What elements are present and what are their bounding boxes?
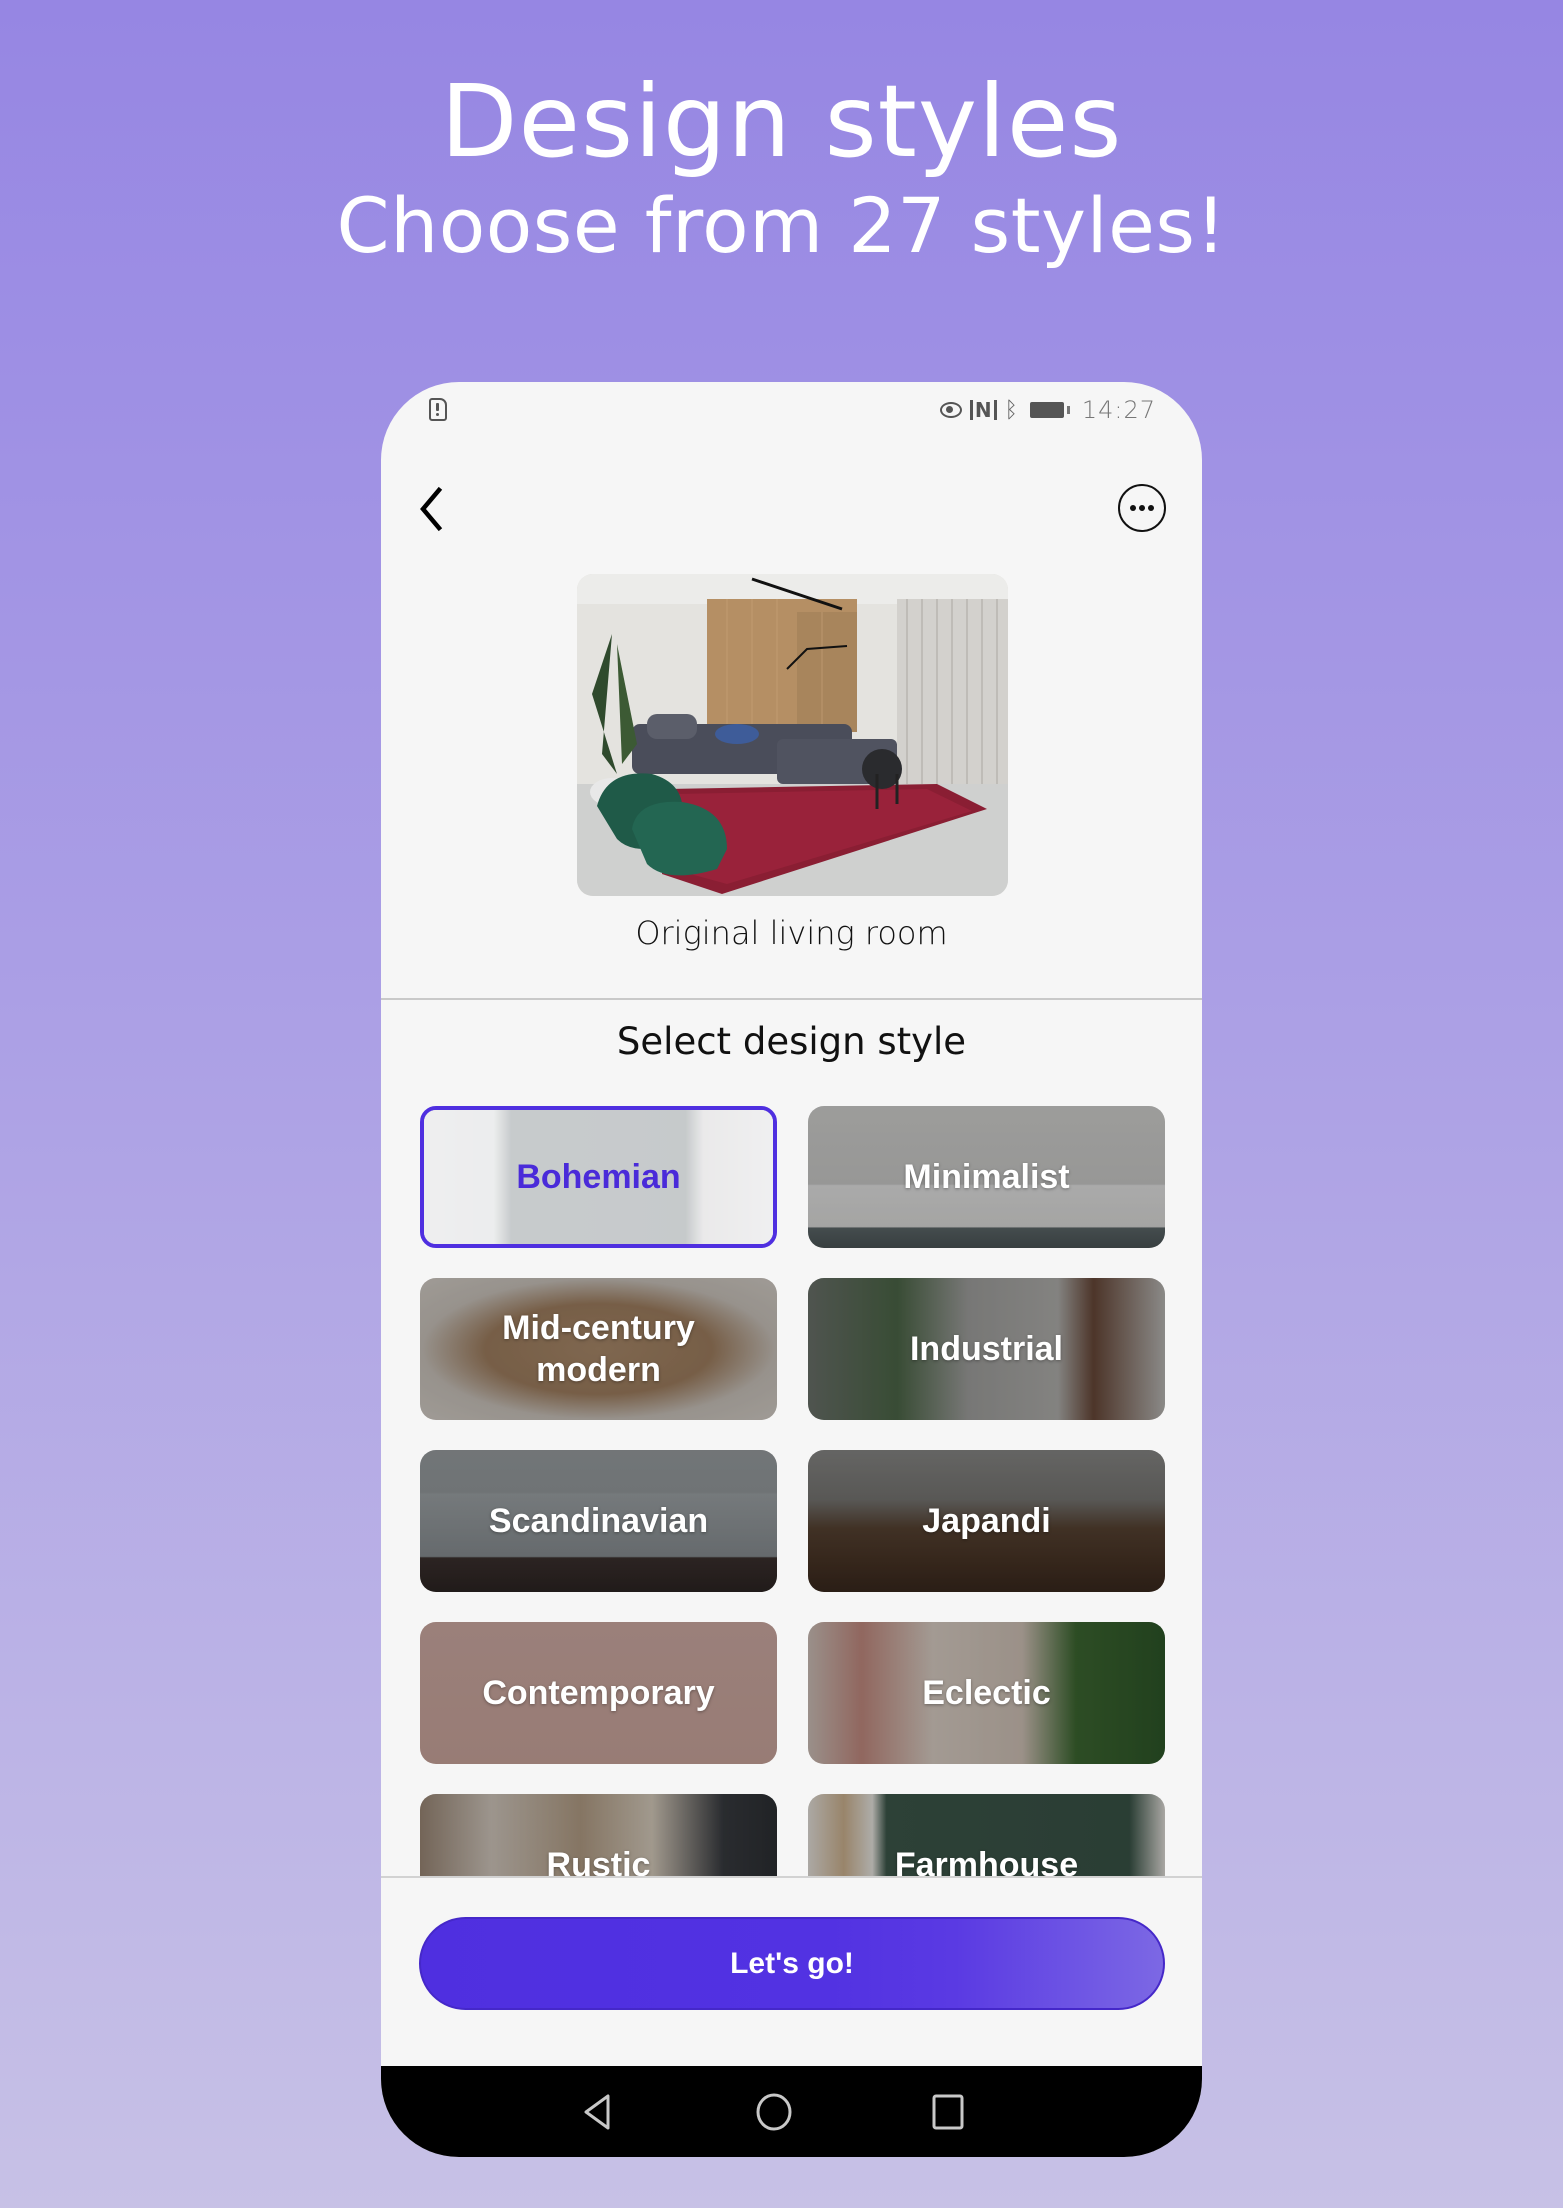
style-tile-bohemian[interactable]: Bohemian	[420, 1106, 777, 1248]
phone-screen: N ᛒ 14:27 Original living room Select de…	[381, 382, 1202, 2157]
lets-go-button[interactable]: Let's go!	[419, 1917, 1165, 2010]
style-tile-eclectic[interactable]: Eclectic	[808, 1622, 1165, 1764]
status-time: 14:27	[1081, 396, 1156, 424]
nfc-icon: N	[969, 400, 997, 420]
status-icons: N ᛒ 14:27	[939, 396, 1156, 424]
system-nav-bar	[381, 2066, 1202, 2157]
style-tile-scandinavian[interactable]: Scandinavian	[420, 1450, 777, 1592]
back-triangle-icon	[584, 2094, 610, 2130]
style-label: Industrial	[909, 1330, 1064, 1368]
room-photo-illustration	[577, 574, 1008, 896]
nav-back-button[interactable]	[576, 2090, 620, 2134]
eye-icon	[939, 402, 962, 418]
photo-caption: Original living room	[635, 914, 948, 952]
section-title: Select design style	[616, 1020, 967, 1063]
style-tile-japandi[interactable]: Japandi	[808, 1450, 1165, 1592]
style-label: Contemporary	[482, 1674, 715, 1712]
dot-icon	[1130, 505, 1136, 511]
promo-title: Design styles	[440, 63, 1123, 180]
dot-icon	[1139, 505, 1145, 511]
style-label: Minimalist	[903, 1158, 1070, 1196]
bluetooth-icon: ᛒ	[1004, 397, 1018, 423]
footer-divider	[381, 1876, 1202, 1878]
promo-subtitle: Choose from 27 styles!	[336, 181, 1227, 270]
sim-alert-icon	[429, 398, 447, 421]
original-room-photo	[577, 574, 1008, 896]
style-label: Farmhouse	[894, 1846, 1079, 1876]
style-label: Eclectic	[922, 1674, 1051, 1712]
nav-home-button[interactable]	[752, 2090, 796, 2134]
style-label: Rustic	[546, 1846, 651, 1876]
style-grid: Bohemian Minimalist Mid-century modern I…	[420, 1106, 1165, 1876]
style-tile-rustic[interactable]: Rustic	[420, 1794, 777, 1876]
dot-icon	[1148, 505, 1154, 511]
chevron-left-icon	[420, 486, 443, 532]
recents-square-icon	[932, 2094, 964, 2130]
style-label: Bohemian	[516, 1158, 681, 1196]
status-bar: N ᛒ 14:27	[381, 382, 1202, 442]
more-options-button[interactable]	[1118, 484, 1166, 532]
style-label: Japandi	[922, 1502, 1051, 1540]
nav-recents-button[interactable]	[926, 2090, 970, 2134]
back-button[interactable]	[411, 480, 461, 536]
style-label: Scandinavian	[488, 1502, 709, 1540]
style-tile-minimalist[interactable]: Minimalist	[808, 1106, 1165, 1248]
style-grid-scroll-area[interactable]: Bohemian Minimalist Mid-century modern I…	[381, 1082, 1202, 1876]
style-tile-contemporary[interactable]: Contemporary	[420, 1622, 777, 1764]
style-tile-industrial[interactable]: Industrial	[808, 1278, 1165, 1420]
style-tile-mid-century-modern[interactable]: Mid-century modern	[420, 1278, 777, 1420]
style-tile-farmhouse[interactable]: Farmhouse	[808, 1794, 1165, 1876]
battery-icon	[1029, 402, 1070, 418]
style-label: Mid-century modern	[502, 1309, 695, 1389]
section-divider	[381, 998, 1202, 1000]
home-circle-icon	[756, 2093, 792, 2131]
